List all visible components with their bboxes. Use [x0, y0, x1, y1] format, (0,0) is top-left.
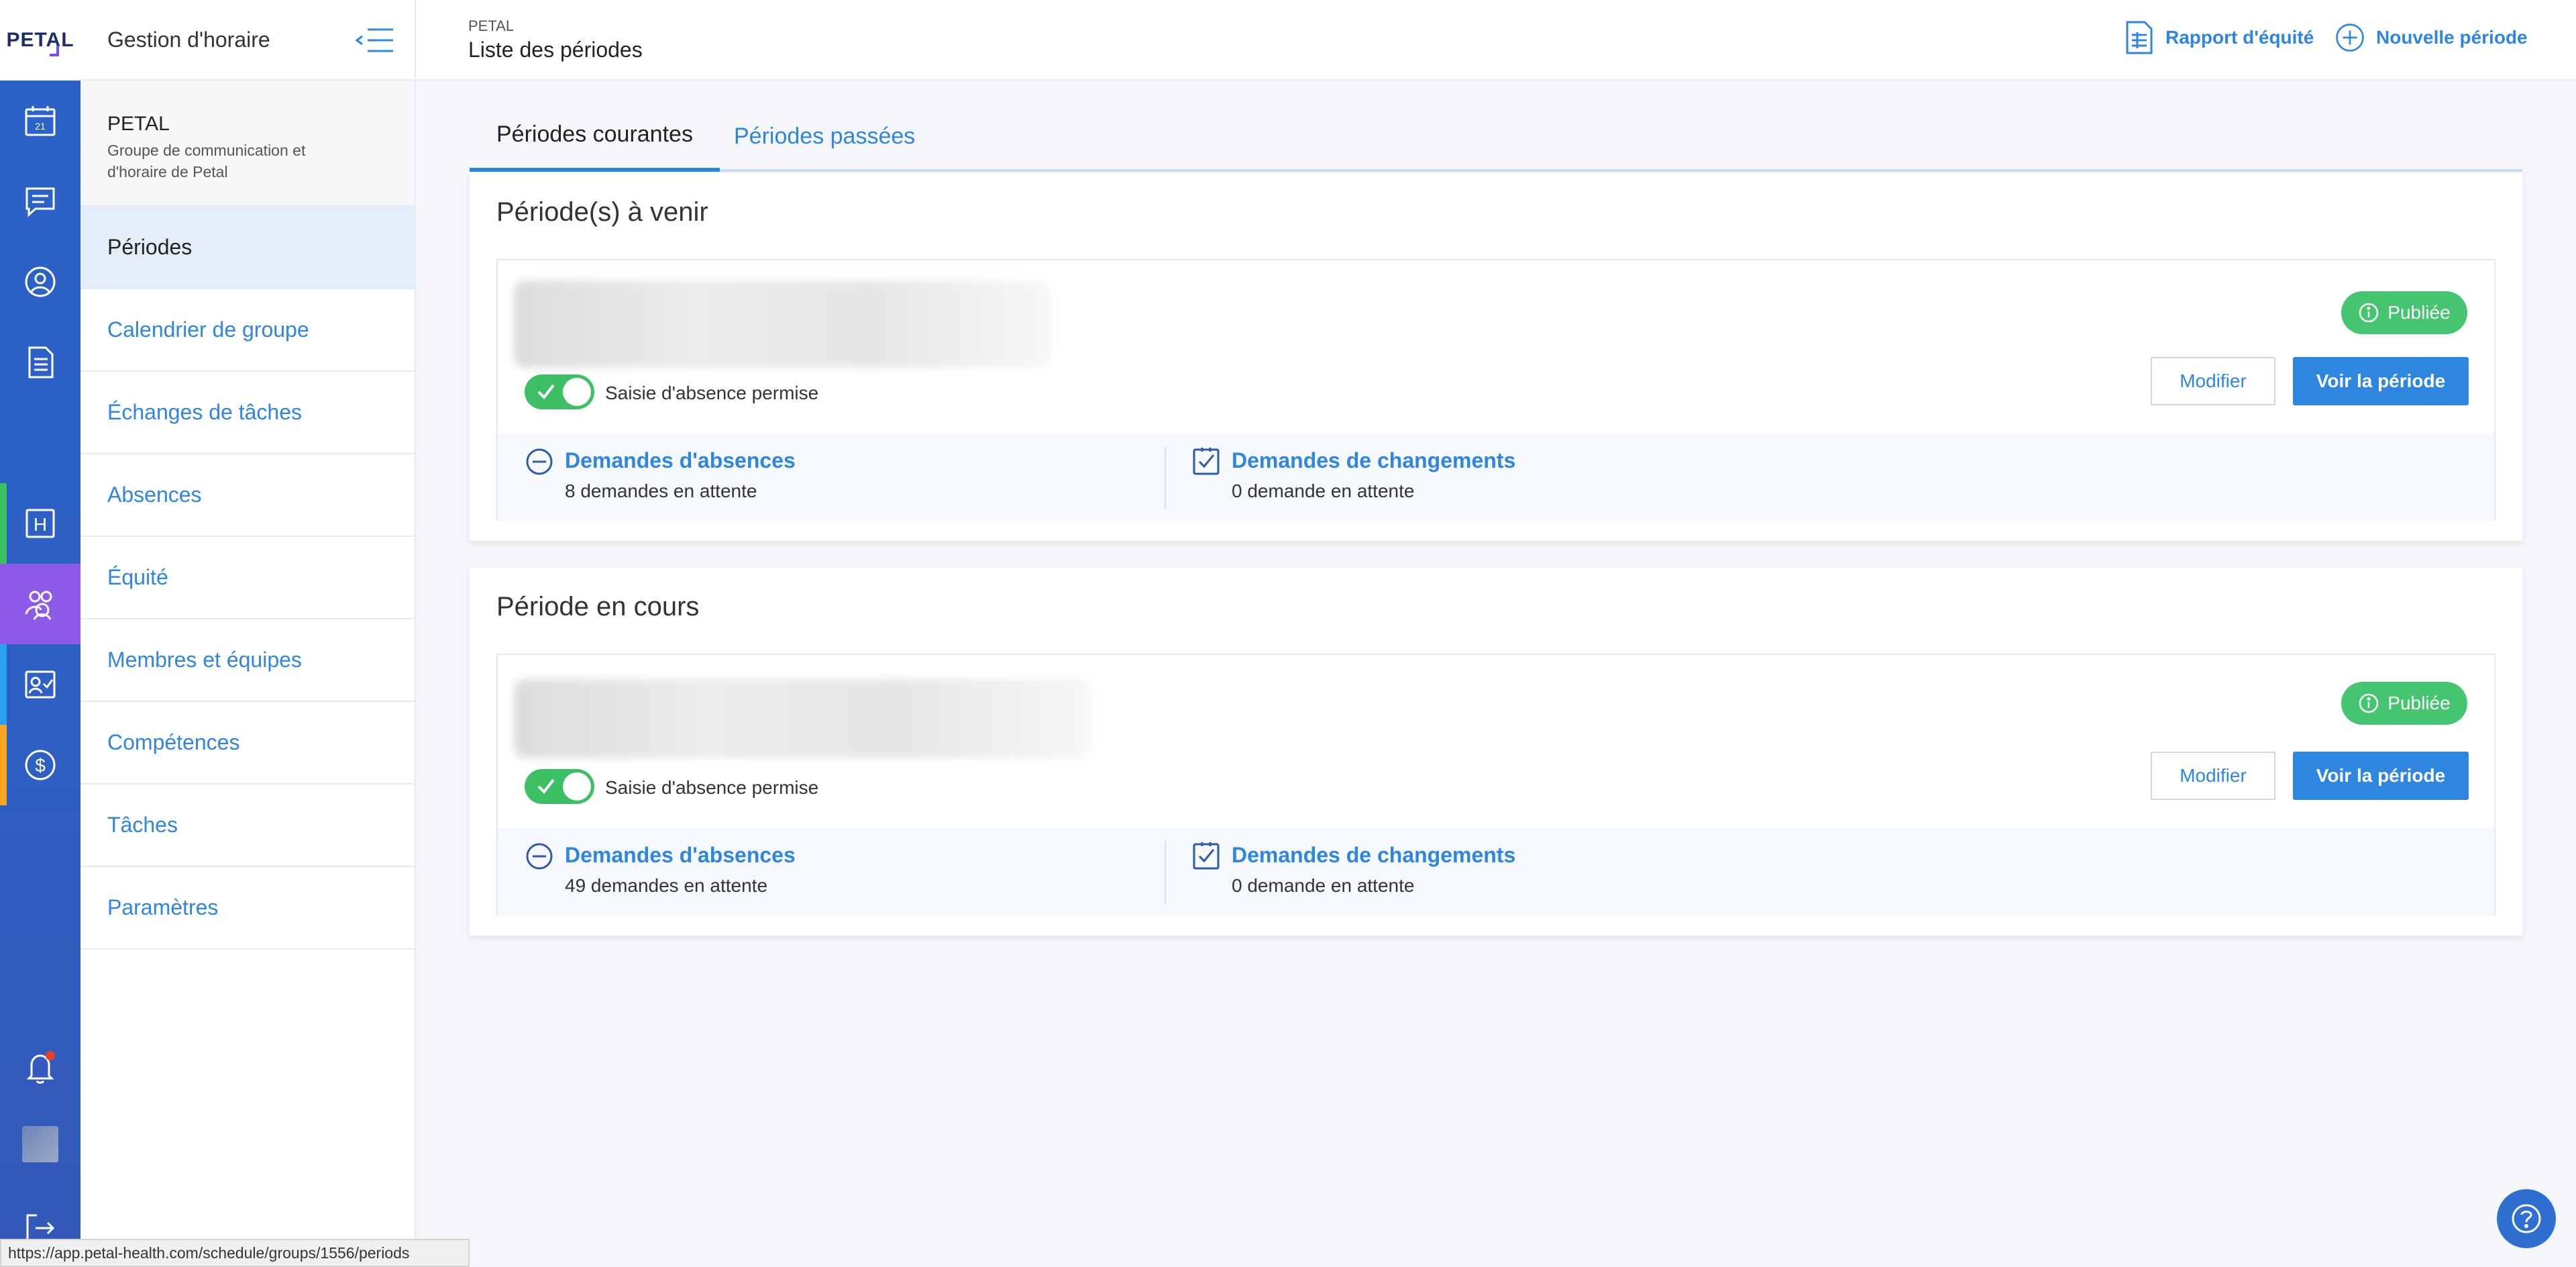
- change-requests-count: 0 demande en attente: [1232, 480, 1415, 501]
- equity-report-button[interactable]: Rapport d'équité: [2124, 20, 2314, 55]
- minus-circle-icon: [526, 843, 553, 870]
- status-text: Publiée: [2387, 693, 2451, 713]
- breadcrumb[interactable]: PETAL: [468, 17, 514, 35]
- badge-icon[interactable]: [0, 644, 80, 725]
- nav-header: Gestion d'horaire: [80, 0, 415, 81]
- rail-stripe: [0, 644, 7, 725]
- dollar-sign: $: [35, 755, 46, 776]
- view-period-button[interactable]: Voir la période: [2293, 357, 2469, 405]
- page-title: Liste des périodes: [468, 38, 643, 62]
- status-badge: Publiée: [2341, 291, 2467, 334]
- dollar-icon[interactable]: $: [0, 725, 80, 805]
- document-icon[interactable]: [0, 322, 80, 403]
- change-requests-title[interactable]: Demandes de changements: [1232, 448, 1515, 473]
- tab-periodes-courantes[interactable]: Périodes courantes: [470, 101, 720, 172]
- rail-stripe: [0, 483, 7, 564]
- info-icon: [2359, 693, 2379, 713]
- nav-item-equite[interactable]: Équité: [80, 537, 415, 619]
- nav-item-periodes[interactable]: Périodes: [80, 207, 415, 289]
- change-requests-title[interactable]: Demandes de changements: [1232, 843, 1515, 868]
- requests-summary: Demandes d'absences 8 demandes en attent…: [498, 434, 2494, 521]
- avatar[interactable]: [0, 1104, 80, 1184]
- current-period-section: Période en cours Saisie d'absence permis…: [470, 568, 2522, 935]
- equity-report-label: Rapport d'équité: [2165, 27, 2314, 48]
- nav-item-echanges[interactable]: Échanges de tâches: [80, 372, 415, 454]
- calendar-day: 21: [35, 121, 46, 132]
- tab-periodes-passees[interactable]: Périodes passées: [707, 101, 942, 172]
- edit-button[interactable]: Modifier: [2151, 357, 2275, 405]
- absence-entry-toggle[interactable]: [525, 769, 594, 804]
- period-card: Saisie d'absence permise Publiée Modifie…: [496, 259, 2496, 521]
- org-info: PETAL Groupe de communication et d'horai…: [80, 81, 415, 207]
- collapse-menu-icon[interactable]: [354, 26, 394, 55]
- status-text: Publiée: [2387, 302, 2451, 323]
- nav-title: Gestion d'horaire: [107, 27, 270, 52]
- info-icon: [2359, 303, 2379, 323]
- question-icon: [2512, 1204, 2541, 1233]
- divider: [1165, 447, 1166, 509]
- app-rail: PETAL 21 H $: [0, 0, 80, 1267]
- nav-item-parametres[interactable]: Paramètres: [80, 867, 415, 950]
- minus-circle-icon: [526, 448, 553, 475]
- new-period-button[interactable]: Nouvelle période: [2334, 20, 2528, 55]
- absence-requests-title[interactable]: Demandes d'absences: [565, 448, 796, 473]
- org-name: PETAL: [107, 113, 170, 135]
- absence-requests-title[interactable]: Demandes d'absences: [565, 843, 796, 868]
- profile-icon[interactable]: [0, 242, 80, 322]
- logo-text: PETAL: [6, 29, 74, 51]
- calendar-icon[interactable]: 21: [0, 81, 80, 161]
- absence-requests-count: 8 demandes en attente: [565, 480, 757, 501]
- plus-circle-icon: [2336, 23, 2364, 52]
- check-icon: [537, 778, 555, 795]
- period-dates-redacted: [514, 679, 1091, 758]
- bell-icon[interactable]: [0, 1027, 80, 1107]
- requests-summary: Demandes d'absences 49 demandes en atten…: [498, 828, 2494, 915]
- period-tabs: Périodes courantes Périodes passées: [470, 101, 2522, 172]
- status-badge: Publiée: [2341, 682, 2467, 725]
- nav-item-taches[interactable]: Tâches: [80, 784, 415, 867]
- period-card: Saisie d'absence permise Publiée Modifie…: [496, 654, 2496, 915]
- nav-item-competences[interactable]: Compétences: [80, 702, 415, 784]
- nav-item-calendrier[interactable]: Calendrier de groupe: [80, 289, 415, 372]
- browser-status-url: https://app.petal-health.com/schedule/gr…: [0, 1239, 470, 1267]
- change-requests-count: 0 demande en attente: [1232, 875, 1415, 896]
- section-title: Période en cours: [496, 592, 700, 621]
- chat-icon[interactable]: [0, 161, 80, 242]
- new-period-label: Nouvelle période: [2376, 27, 2528, 48]
- edit-button[interactable]: Modifier: [2151, 752, 2275, 800]
- upcoming-periods-section: Période(s) à venir Saisie d'absence perm…: [470, 173, 2522, 541]
- top-bar: PETAL Liste des périodes Rapport d'équit…: [416, 0, 2576, 81]
- view-period-button[interactable]: Voir la période: [2293, 752, 2469, 800]
- rail-stripe: [0, 725, 7, 805]
- group-icon[interactable]: [0, 564, 80, 644]
- toggle-label: Saisie d'absence permise: [605, 777, 819, 798]
- hospital-letter: H: [34, 514, 47, 535]
- check-icon: [537, 384, 555, 400]
- hospital-icon[interactable]: H: [0, 483, 80, 564]
- checkbox-icon: [1193, 448, 1220, 475]
- section-title: Période(s) à venir: [496, 197, 708, 227]
- nav-item-absences[interactable]: Absences: [80, 454, 415, 537]
- absence-requests-count: 49 demandes en attente: [565, 875, 768, 896]
- org-description: Groupe de communication et d'horaire de …: [107, 142, 306, 181]
- period-dates-redacted: [514, 281, 1051, 368]
- petal-logo[interactable]: PETAL: [0, 0, 80, 81]
- toggle-label: Saisie d'absence permise: [605, 383, 819, 403]
- checkbox-icon: [1193, 842, 1220, 870]
- help-button[interactable]: [2497, 1189, 2556, 1248]
- nav-item-membres[interactable]: Membres et équipes: [80, 619, 415, 702]
- avatar-image: [22, 1126, 58, 1162]
- divider: [1165, 842, 1166, 903]
- absence-entry-toggle[interactable]: [525, 374, 594, 409]
- report-icon: [2126, 21, 2153, 54]
- section-nav: Gestion d'horaire PETAL Groupe de commun…: [80, 0, 416, 1267]
